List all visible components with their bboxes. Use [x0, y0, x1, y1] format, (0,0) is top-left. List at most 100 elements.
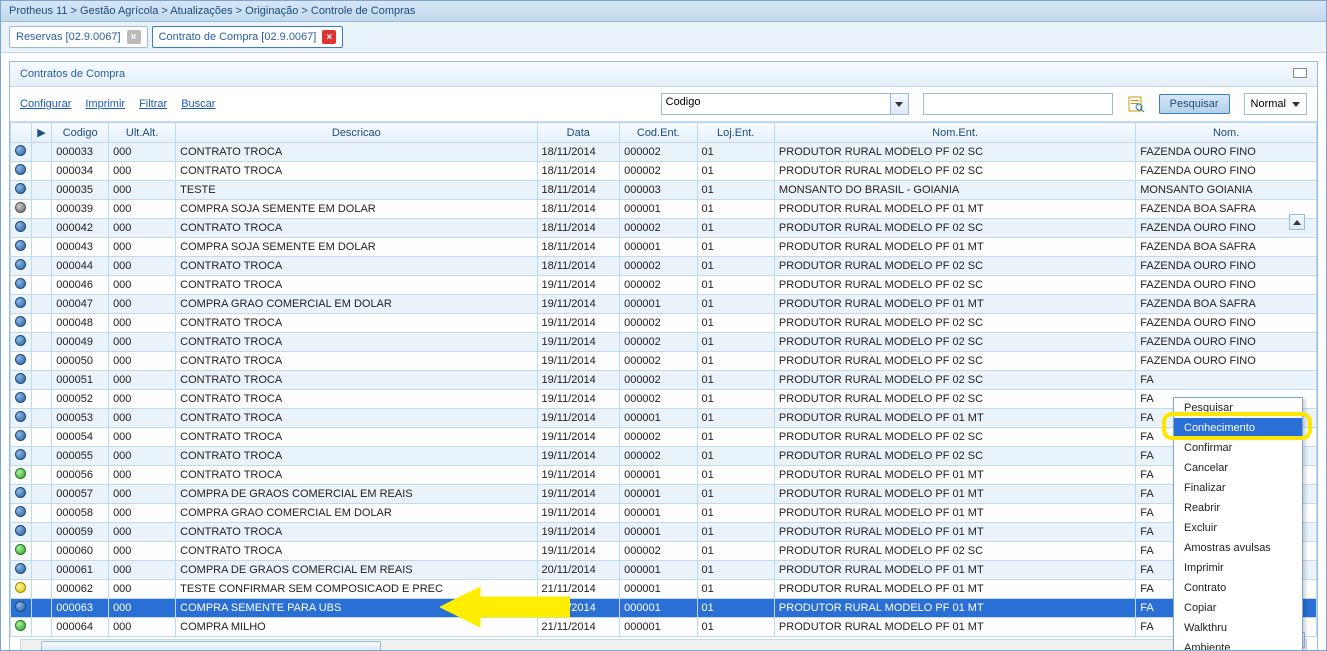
col-selector[interactable]: ▶ — [31, 123, 52, 143]
status-cell — [11, 618, 32, 637]
cell-codigo: 000055 — [52, 447, 109, 466]
col-data[interactable]: Data — [537, 123, 620, 143]
table-row[interactable]: 000054000CONTRATO TROCA19/11/20140000020… — [11, 428, 1317, 447]
menu-item-walkthru[interactable]: Walkthru — [1174, 618, 1302, 638]
status-cell — [11, 580, 32, 599]
search-field-select[interactable]: Codigo — [661, 93, 891, 115]
menu-item-amostras-avulsas[interactable]: Amostras avulsas — [1174, 538, 1302, 558]
status-dot-icon — [15, 487, 26, 498]
cell-lojent: 01 — [697, 599, 774, 618]
selector-cell — [31, 238, 52, 257]
cell-data: 19/11/2014 — [537, 390, 620, 409]
table-row[interactable]: 000053000CONTRATO TROCA19/11/20140000010… — [11, 409, 1317, 428]
table-row[interactable]: 000057000COMPRA DE GRAOS COMERCIAL EM RE… — [11, 485, 1317, 504]
menu-item-cancelar[interactable]: Cancelar — [1174, 458, 1302, 478]
table-row[interactable]: 000046000CONTRATO TROCA19/11/20140000020… — [11, 276, 1317, 295]
table-row[interactable]: 000033000CONTRATO TROCA18/11/20140000020… — [11, 143, 1317, 162]
selector-cell — [31, 295, 52, 314]
table-row[interactable]: 000044000CONTRATO TROCA18/11/20140000020… — [11, 257, 1317, 276]
menu-item-ambiente[interactable]: Ambiente — [1174, 638, 1302, 651]
table-row[interactable]: 000060000CONTRATO TROCA19/11/20140000020… — [11, 542, 1317, 561]
search-icon[interactable] — [1127, 95, 1145, 113]
menu-item-reabrir[interactable]: Reabrir — [1174, 498, 1302, 518]
status-cell — [11, 333, 32, 352]
menu-item-contrato[interactable]: Contrato — [1174, 578, 1302, 598]
cell-codent: 000002 — [620, 542, 697, 561]
tab-reservas[interactable]: Reservas [02.9.0067] × — [9, 26, 148, 48]
col-codigo[interactable]: Codigo — [52, 123, 109, 143]
scrollbar-thumb[interactable] — [41, 641, 381, 651]
chevron-down-icon[interactable] — [891, 93, 909, 115]
cell-codigo: 000034 — [52, 162, 109, 181]
menu-item-confirmar[interactable]: Confirmar — [1174, 438, 1302, 458]
cell-codigo: 000050 — [52, 352, 109, 371]
col-ultalt[interactable]: Ult.Alt. — [109, 123, 176, 143]
menu-item-pesquisar[interactable]: Pesquisar — [1174, 398, 1302, 418]
menu-item-excluir[interactable]: Excluir — [1174, 518, 1302, 538]
table-row[interactable]: 000063000COMPRA SEMENTE PARA UBS21/11/20… — [11, 599, 1317, 618]
cell-descricao: TESTE — [176, 181, 537, 200]
cell-nomext: FAZENDA OURO FINO — [1136, 143, 1317, 162]
cell-noment: PRODUTOR RURAL MODELO PF 01 MT — [774, 238, 1135, 257]
search-input[interactable] — [923, 93, 1113, 115]
cell-ultalt: 000 — [109, 466, 176, 485]
cell-descricao: COMPRA DE GRAOS COMERCIAL EM REAIS — [176, 561, 537, 580]
menu-item-finalizar[interactable]: Finalizar — [1174, 478, 1302, 498]
cell-lojent: 01 — [697, 200, 774, 219]
cell-data: 19/11/2014 — [537, 314, 620, 333]
cell-lojent: 01 — [697, 314, 774, 333]
filtrar-link[interactable]: Filtrar — [139, 98, 167, 110]
col-noment[interactable]: Nom.Ent. — [774, 123, 1135, 143]
cell-descricao: TESTE CONFIRMAR SEM COMPOSICAOD E PREC — [176, 580, 537, 599]
table-row[interactable]: 000043000COMPRA SOJA SEMENTE EM DOLAR18/… — [11, 238, 1317, 257]
table-row[interactable]: 000052000CONTRATO TROCA19/11/20140000020… — [11, 390, 1317, 409]
tab-contrato-compra[interactable]: Contrato de Compra [02.9.0067] × — [152, 26, 344, 48]
table-row[interactable]: 000050000CONTRATO TROCA19/11/20140000020… — [11, 352, 1317, 371]
status-cell — [11, 523, 32, 542]
scroll-up-arrow[interactable] — [1289, 214, 1305, 230]
cell-descricao: COMPRA SOJA SEMENTE EM DOLAR — [176, 200, 537, 219]
imprimir-link[interactable]: Imprimir — [85, 98, 125, 110]
menu-item-conhecimento[interactable]: Conhecimento — [1174, 418, 1302, 438]
status-cell — [11, 371, 32, 390]
table-row[interactable]: 000042000CONTRATO TROCA18/11/20140000020… — [11, 219, 1317, 238]
col-descricao[interactable]: Descricao — [176, 123, 537, 143]
menu-item-copiar[interactable]: Copiar — [1174, 598, 1302, 618]
configurar-link[interactable]: Configurar — [20, 98, 71, 110]
cell-descricao: CONTRATO TROCA — [176, 219, 537, 238]
col-codent[interactable]: Cod.Ent. — [620, 123, 697, 143]
table-row[interactable]: 000055000CONTRATO TROCA19/11/20140000020… — [11, 447, 1317, 466]
col-status[interactable] — [11, 123, 32, 143]
buscar-link[interactable]: Buscar — [181, 98, 215, 110]
mode-select[interactable]: Normal — [1244, 93, 1307, 115]
close-icon[interactable]: × — [127, 30, 141, 44]
col-nomext[interactable]: Nom. — [1136, 123, 1317, 143]
selector-cell — [31, 219, 52, 238]
table-row[interactable]: 000062000TESTE CONFIRMAR SEM COMPOSICAOD… — [11, 580, 1317, 599]
cell-lojent: 01 — [697, 466, 774, 485]
close-icon[interactable]: × — [322, 30, 336, 44]
cell-codent: 000002 — [620, 390, 697, 409]
col-lojent[interactable]: Loj.Ent. — [697, 123, 774, 143]
table-row[interactable]: 000034000CONTRATO TROCA18/11/20140000020… — [11, 162, 1317, 181]
pesquisar-button[interactable]: Pesquisar — [1159, 94, 1230, 114]
cell-lojent: 01 — [697, 580, 774, 599]
table-row[interactable]: 000064000COMPRA MILHO21/11/201400000101P… — [11, 618, 1317, 637]
horizontal-scrollbar[interactable] — [20, 639, 1307, 651]
table-row[interactable]: 000039000COMPRA SOJA SEMENTE EM DOLAR18/… — [11, 200, 1317, 219]
table-row[interactable]: 000035000TESTE18/11/201400000301MONSANTO… — [11, 181, 1317, 200]
cell-noment: PRODUTOR RURAL MODELO PF 02 SC — [774, 333, 1135, 352]
table-row[interactable]: 000051000CONTRATO TROCA19/11/20140000020… — [11, 371, 1317, 390]
table-row[interactable]: 000058000COMPRA GRAO COMERCIAL EM DOLAR1… — [11, 504, 1317, 523]
table-row[interactable]: 000059000CONTRATO TROCA19/11/20140000010… — [11, 523, 1317, 542]
table-row[interactable]: 000047000COMPRA GRAO COMERCIAL EM DOLAR1… — [11, 295, 1317, 314]
table-row[interactable]: 000049000CONTRATO TROCA19/11/20140000020… — [11, 333, 1317, 352]
minimize-icon[interactable] — [1293, 68, 1307, 78]
table-row[interactable]: 000061000COMPRA DE GRAOS COMERCIAL EM RE… — [11, 561, 1317, 580]
table-row[interactable]: 000048000CONTRATO TROCA19/11/20140000020… — [11, 314, 1317, 333]
cell-codigo: 000051 — [52, 371, 109, 390]
table-row[interactable]: 000056000CONTRATO TROCA19/11/20140000010… — [11, 466, 1317, 485]
cell-descricao: CONTRATO TROCA — [176, 162, 537, 181]
cell-data: 19/11/2014 — [537, 295, 620, 314]
menu-item-imprimir[interactable]: Imprimir — [1174, 558, 1302, 578]
